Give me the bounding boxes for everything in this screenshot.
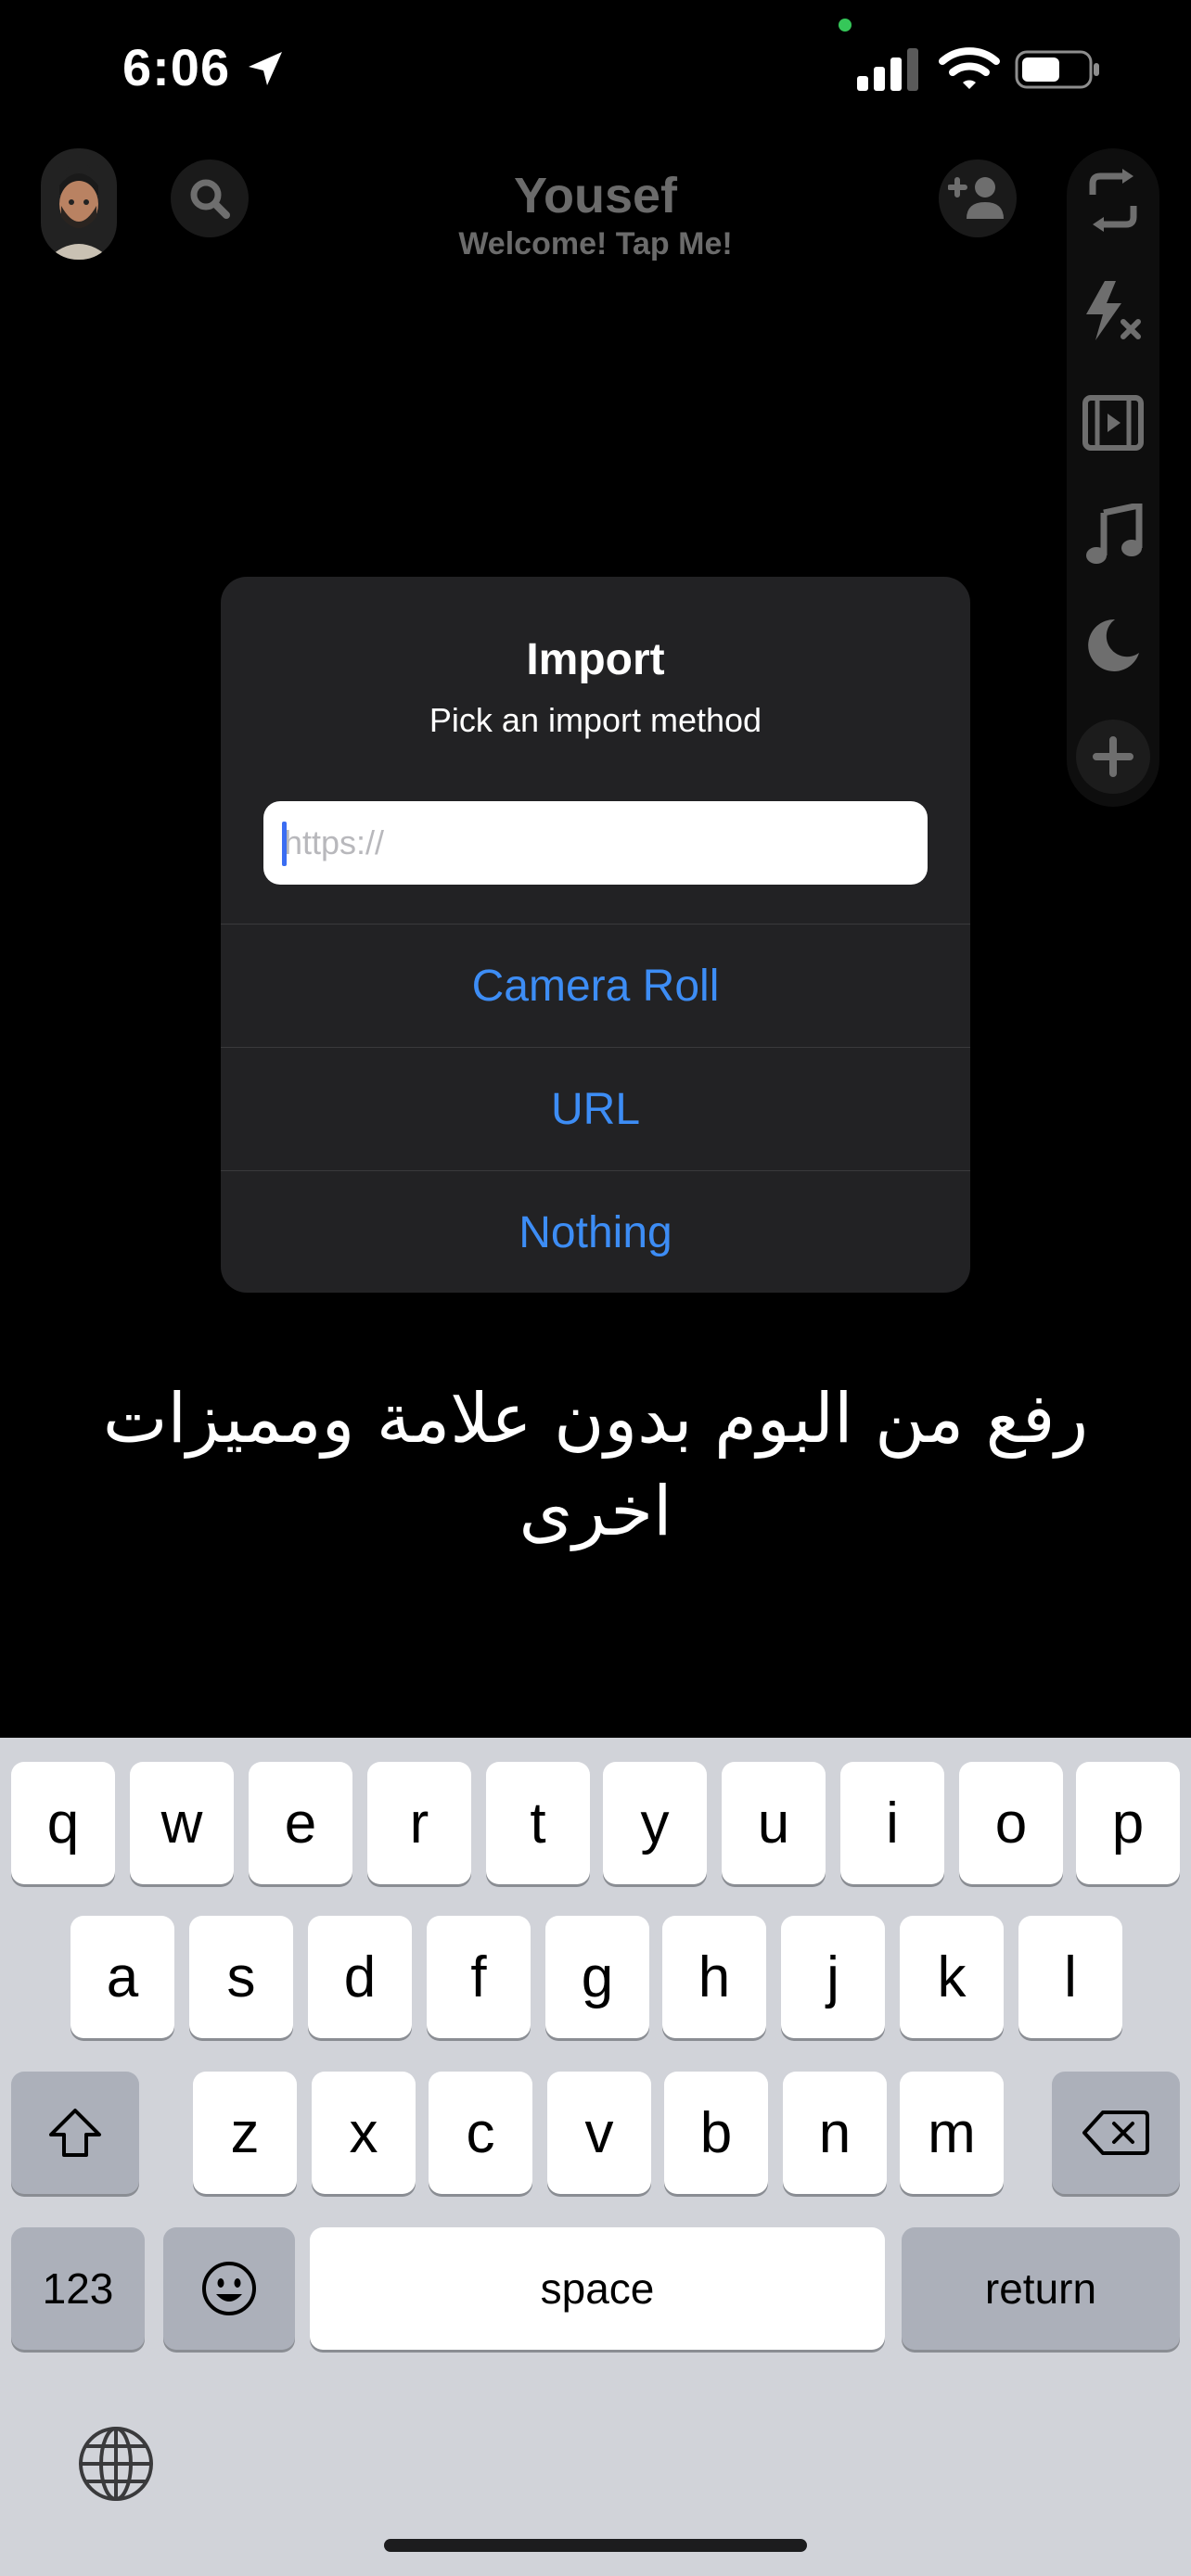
- key-g[interactable]: g: [545, 1916, 649, 2038]
- key-c[interactable]: c: [429, 2072, 532, 2194]
- key-f[interactable]: f: [427, 1916, 531, 2038]
- shift-key[interactable]: [11, 2072, 139, 2194]
- camera-in-use-indicator: [839, 19, 852, 32]
- flash-off-icon: [1086, 281, 1141, 340]
- numbers-key[interactable]: 123: [11, 2227, 145, 2350]
- emoji-icon: [202, 2262, 256, 2315]
- url-button[interactable]: URL: [221, 1047, 970, 1170]
- battery-icon: [1015, 50, 1099, 89]
- delete-key[interactable]: [1052, 2072, 1180, 2194]
- flip-camera-icon: [1089, 169, 1137, 232]
- key-p[interactable]: p: [1076, 1762, 1180, 1884]
- emoji-key[interactable]: [163, 2227, 295, 2350]
- location-arrow-icon: [249, 52, 282, 85]
- return-key[interactable]: return: [902, 2227, 1180, 2350]
- camera-roll-button[interactable]: Camera Roll: [221, 924, 970, 1047]
- dialog-message: Pick an import method: [429, 701, 762, 739]
- night-mode-icon: [1088, 618, 1139, 671]
- video-icon: [1082, 395, 1144, 451]
- url-input[interactable]: [263, 801, 928, 885]
- key-y[interactable]: y: [603, 1762, 707, 1884]
- flash-button[interactable]: [1076, 274, 1150, 349]
- night-mode-button[interactable]: [1076, 608, 1150, 682]
- key-z[interactable]: z: [193, 2072, 297, 2194]
- key-q[interactable]: q: [11, 1762, 115, 1884]
- delete-icon: [1082, 2111, 1149, 2155]
- import-dialog: Import Pick an import method Camera Roll…: [221, 577, 970, 1293]
- plus-icon: [1076, 720, 1150, 794]
- key-v[interactable]: v: [547, 2072, 651, 2194]
- camera-toolbar: [1067, 148, 1159, 807]
- flip-camera-button[interactable]: [1076, 163, 1150, 237]
- key-a[interactable]: a: [70, 1916, 174, 2038]
- music-button[interactable]: [1076, 497, 1150, 571]
- more-tools-button[interactable]: [1076, 720, 1150, 794]
- status-time: 6:06: [122, 38, 231, 96]
- key-h[interactable]: h: [662, 1916, 766, 2038]
- dialog-title: Import: [526, 635, 665, 684]
- key-d[interactable]: d: [308, 1916, 412, 2038]
- key-r[interactable]: r: [367, 1762, 471, 1884]
- key-n[interactable]: n: [783, 2072, 887, 2194]
- key-x[interactable]: x: [312, 2072, 416, 2194]
- music-icon: [1086, 504, 1143, 564]
- key-k[interactable]: k: [900, 1916, 1004, 2038]
- wifi-icon: [939, 47, 1000, 89]
- text-cursor: [282, 822, 287, 866]
- space-key[interactable]: space: [310, 2227, 885, 2350]
- key-l[interactable]: l: [1018, 1916, 1122, 2038]
- globe-icon[interactable]: [76, 2424, 156, 2504]
- key-o[interactable]: o: [959, 1762, 1063, 1884]
- key-t[interactable]: t: [486, 1762, 590, 1884]
- shift-icon: [49, 2109, 101, 2157]
- caption-text: رفع من البوم بدون علامة ومميزات اخرى: [102, 1379, 1089, 1551]
- add-friend-button[interactable]: [939, 159, 1017, 237]
- add-friend-icon: [948, 177, 1004, 219]
- nothing-button[interactable]: Nothing: [221, 1170, 970, 1293]
- key-w[interactable]: w: [130, 1762, 234, 1884]
- page-subtitle[interactable]: Welcome! Tap Me!: [0, 226, 1191, 262]
- home-indicator[interactable]: [384, 2539, 807, 2552]
- signal-icon: [857, 48, 918, 91]
- key-j[interactable]: j: [781, 1916, 885, 2038]
- video-button[interactable]: [1076, 386, 1150, 460]
- key-i[interactable]: i: [840, 1762, 944, 1884]
- key-e[interactable]: e: [249, 1762, 352, 1884]
- key-s[interactable]: s: [189, 1916, 293, 2038]
- key-b[interactable]: b: [664, 2072, 768, 2194]
- key-m[interactable]: m: [900, 2072, 1004, 2194]
- key-u[interactable]: u: [722, 1762, 826, 1884]
